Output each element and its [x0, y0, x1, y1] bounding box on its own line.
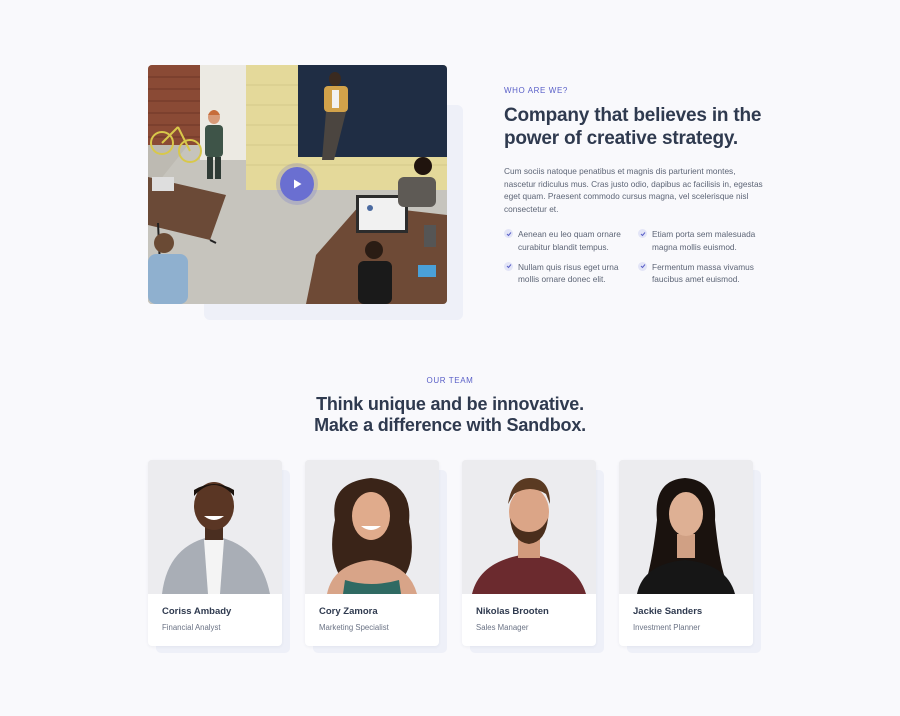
play-button[interactable]: [280, 167, 314, 201]
about-section: WHO ARE WE? Company that believes in the…: [0, 0, 900, 340]
about-eyebrow: WHO ARE WE?: [504, 86, 568, 95]
team-title-line-1: Think unique and be innovative.: [316, 394, 584, 414]
member-name: Cory Zamora: [319, 606, 378, 617]
member-name: Nikolas Brooten: [476, 606, 549, 617]
member-role: Marketing Specialist: [319, 623, 389, 632]
card-body: Coriss Ambady Financial Analyst: [148, 460, 282, 646]
team-cards: Coriss Ambady Financial Analyst Cory Zam…: [148, 460, 768, 660]
avatar: [462, 460, 596, 594]
check-icon: [638, 229, 647, 239]
member-role: Sales Manager: [476, 623, 529, 632]
bullet-text: Etiam porta sem malesuada magna mollis e…: [652, 229, 756, 252]
bullet-list: Aenean eu leo quam ornare curabitur blan…: [504, 228, 764, 285]
about-title: Company that believes in the power of cr…: [504, 104, 764, 150]
about-text-block: WHO ARE WE? Company that believes in the…: [504, 86, 764, 286]
bullet-item: Aenean eu leo quam ornare curabitur blan…: [504, 228, 638, 253]
about-title-line-2: power of creative strategy.: [504, 128, 738, 149]
team-card[interactable]: Cory Zamora Marketing Specialist: [305, 460, 447, 653]
avatar: [305, 460, 439, 594]
member-name: Coriss Ambady: [162, 606, 232, 617]
team-card[interactable]: Nikolas Brooten Sales Manager: [462, 460, 604, 653]
member-role: Investment Planner: [633, 623, 701, 632]
member-role: Financial Analyst: [162, 623, 221, 632]
bullet-text: Nullam quis risus eget urna mollis ornar…: [518, 261, 619, 285]
member-name: Jackie Sanders: [633, 606, 703, 617]
bullet-item: Etiam porta sem malesuada magna mollis e…: [638, 228, 762, 253]
about-title-line-1: Company that believes in the: [504, 105, 762, 126]
team-title-line-2: Make a difference with Sandbox.: [314, 415, 586, 435]
check-icon: [504, 229, 513, 239]
card-body: Nikolas Brooten Sales Manager: [462, 460, 596, 646]
office-video-thumbnail[interactable]: [148, 65, 447, 304]
team-card[interactable]: Jackie Sanders Investment Planner: [619, 460, 761, 653]
card-body: Jackie Sanders Investment Planner: [619, 460, 753, 646]
about-body: Cum sociis natoque penatibus et magnis d…: [504, 166, 763, 214]
card-body: Cory Zamora Marketing Specialist: [305, 460, 439, 646]
video-block: [148, 65, 463, 320]
bullet-text: Fermentum massa vivamus faucibus amet eu…: [652, 261, 754, 285]
bullet-text: Aenean eu leo quam ornare curabitur blan…: [518, 229, 621, 252]
team-title: Think unique and be innovative. Make a d…: [0, 394, 900, 436]
team-eyebrow: OUR TEAM: [426, 376, 474, 385]
avatar: [148, 460, 282, 594]
avatar: [619, 460, 753, 594]
bullet-item: Nullam quis risus eget urna mollis ornar…: [504, 261, 638, 286]
team-header: OUR TEAM Think unique and be innovative.…: [0, 376, 900, 436]
check-icon: [504, 261, 513, 271]
check-icon: [638, 261, 647, 271]
team-card[interactable]: Coriss Ambady Financial Analyst: [148, 460, 290, 653]
bullet-item: Fermentum massa vivamus faucibus amet eu…: [638, 261, 762, 286]
play-icon: [294, 179, 302, 189]
